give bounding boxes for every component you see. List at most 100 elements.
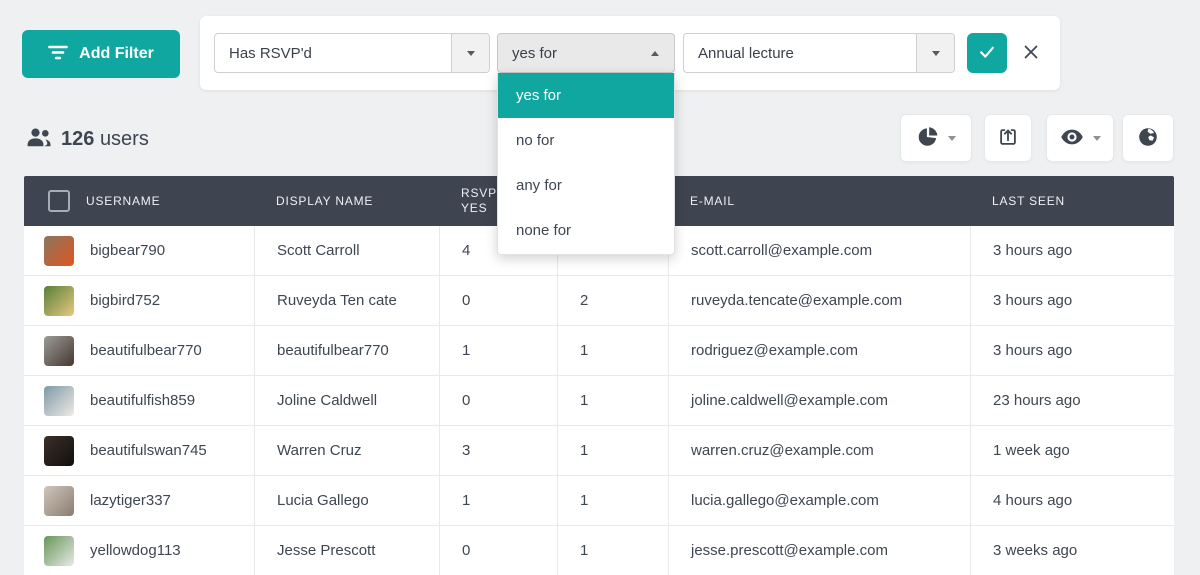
email: ruveyda.tencate@example.com [691, 292, 902, 309]
rsvp-yes-value: 4 [462, 242, 470, 259]
rsvp-other-value: 2 [580, 292, 588, 309]
apply-filter-button[interactable] [967, 33, 1007, 73]
dropdown-option[interactable]: yes for [498, 73, 674, 118]
dropdown-option[interactable]: any for [498, 163, 674, 208]
email-cell: scott.carroll@example.com [668, 226, 970, 275]
username-cell: beautifulswan745 [24, 426, 254, 475]
last-seen-cell: 23 hours ago [970, 376, 1174, 425]
filter-field-select[interactable]: Has RSVP'd [214, 33, 490, 73]
column-header[interactable]: LAST SEEN [970, 176, 1174, 226]
table-row[interactable]: lazytiger337 Lucia Gallego 1 1 lucia.gal… [24, 476, 1174, 526]
email-cell: joline.caldwell@example.com [668, 376, 970, 425]
chevron-up-icon [636, 34, 674, 72]
username: beautifulswan745 [90, 442, 207, 459]
username: bigbear790 [90, 242, 165, 259]
username: yellowdog113 [90, 542, 181, 559]
avatar [44, 486, 74, 516]
rsvp-yes-cell: 3 [439, 426, 557, 475]
display-name: Joline Caldwell [277, 392, 377, 409]
dropdown-option[interactable]: no for [498, 118, 674, 163]
username-cell: lazytiger337 [24, 476, 254, 525]
rsvp-yes-value: 1 [462, 492, 470, 509]
rsvp-other-value: 1 [580, 392, 588, 409]
rsvp-yes-value: 0 [462, 392, 470, 409]
add-filter-button[interactable]: Add Filter [22, 30, 180, 78]
rsvp-yes-cell: 0 [439, 526, 557, 575]
chevron-down-icon [948, 136, 956, 141]
display-name: Scott Carroll [277, 242, 360, 259]
column-header[interactable]: E-MAIL [668, 176, 970, 226]
globe-icon [1137, 126, 1159, 151]
add-filter-label: Add Filter [79, 45, 154, 63]
email-cell: jesse.prescott@example.com [668, 526, 970, 575]
username: lazytiger337 [90, 492, 171, 509]
select-all-checkbox[interactable] [48, 190, 70, 212]
avatar [44, 236, 74, 266]
display-name: Lucia Gallego [277, 492, 369, 509]
chevron-down-icon [1093, 136, 1101, 141]
globe-button[interactable] [1122, 114, 1174, 162]
chart-menu-button[interactable] [900, 114, 972, 162]
email-cell: warren.cruz@example.com [668, 426, 970, 475]
display-name-cell: Lucia Gallego [254, 476, 439, 525]
pie-chart-icon [917, 126, 939, 151]
filter-icon [48, 43, 68, 66]
close-icon [1022, 43, 1040, 64]
eye-icon [1060, 128, 1084, 149]
rsvp-other-value: 1 [580, 492, 588, 509]
rsvp-yes-value: 0 [462, 542, 470, 559]
username: beautifulbear770 [90, 342, 202, 359]
export-icon [997, 126, 1019, 151]
display-name: Warren Cruz [277, 442, 361, 459]
filter-value-select[interactable]: Annual lecture [683, 33, 955, 73]
last-seen: 1 week ago [993, 442, 1070, 459]
display-name: beautifulbear770 [277, 342, 389, 359]
visibility-menu-button[interactable] [1046, 114, 1114, 162]
rsvp-other-cell: 1 [557, 376, 668, 425]
email-cell: rodriguez@example.com [668, 326, 970, 375]
table-row[interactable]: beautifulswan745 Warren Cruz 3 1 warren.… [24, 426, 1174, 476]
rsvp-yes-value: 0 [462, 292, 470, 309]
table-row[interactable]: yellowdog113 Jesse Prescott 0 1 jesse.pr… [24, 526, 1174, 575]
column-header[interactable]: USERNAME [24, 176, 254, 226]
chevron-down-icon [916, 34, 954, 72]
last-seen-cell: 3 weeks ago [970, 526, 1174, 575]
rsvp-other-value: 1 [580, 442, 588, 459]
operator-dropdown: yes forno forany fornone for [497, 73, 675, 255]
export-button[interactable] [984, 114, 1032, 162]
rsvp-other-cell: 1 [557, 426, 668, 475]
table-row[interactable]: bigbird752 Ruveyda Ten cate 0 2 ruveyda.… [24, 276, 1174, 326]
table-row[interactable]: beautifulfish859 Joline Caldwell 0 1 jol… [24, 376, 1174, 426]
filter-operator-select[interactable]: yes for [497, 33, 675, 73]
last-seen: 3 hours ago [993, 242, 1072, 259]
column-header[interactable]: DISPLAY NAME [254, 176, 439, 226]
filter-value-value: Annual lecture [684, 45, 916, 62]
username-cell: yellowdog113 [24, 526, 254, 575]
display-name-cell: beautifulbear770 [254, 326, 439, 375]
user-count-number: 126 [61, 128, 94, 150]
display-name-cell: Warren Cruz [254, 426, 439, 475]
email: rodriguez@example.com [691, 342, 858, 359]
chevron-down-icon [451, 34, 489, 72]
remove-filter-button[interactable] [1018, 40, 1044, 66]
dropdown-option[interactable]: none for [498, 208, 674, 253]
email: lucia.gallego@example.com [691, 492, 879, 509]
avatar [44, 386, 74, 416]
user-list-page: Add Filter Has RSVP'd yes for Annual lec… [0, 0, 1200, 575]
email: warren.cruz@example.com [691, 442, 874, 459]
display-name-cell: Jesse Prescott [254, 526, 439, 575]
filter-field-value: Has RSVP'd [215, 45, 451, 62]
user-count: 126 users [26, 124, 149, 154]
rsvp-yes-value: 1 [462, 342, 470, 359]
column-header-label: E-MAIL [690, 194, 735, 209]
email-cell: lucia.gallego@example.com [668, 476, 970, 525]
last-seen: 3 hours ago [993, 292, 1072, 309]
user-count-label: users [100, 128, 149, 150]
rsvp-yes-cell: 0 [439, 276, 557, 325]
table-row[interactable]: beautifulbear770 beautifulbear770 1 1 ro… [24, 326, 1174, 376]
column-header-label: LAST SEEN [992, 194, 1065, 209]
username-cell: bigbear790 [24, 226, 254, 275]
rsvp-other-cell: 1 [557, 476, 668, 525]
rsvp-yes-value: 3 [462, 442, 470, 459]
display-name-cell: Joline Caldwell [254, 376, 439, 425]
